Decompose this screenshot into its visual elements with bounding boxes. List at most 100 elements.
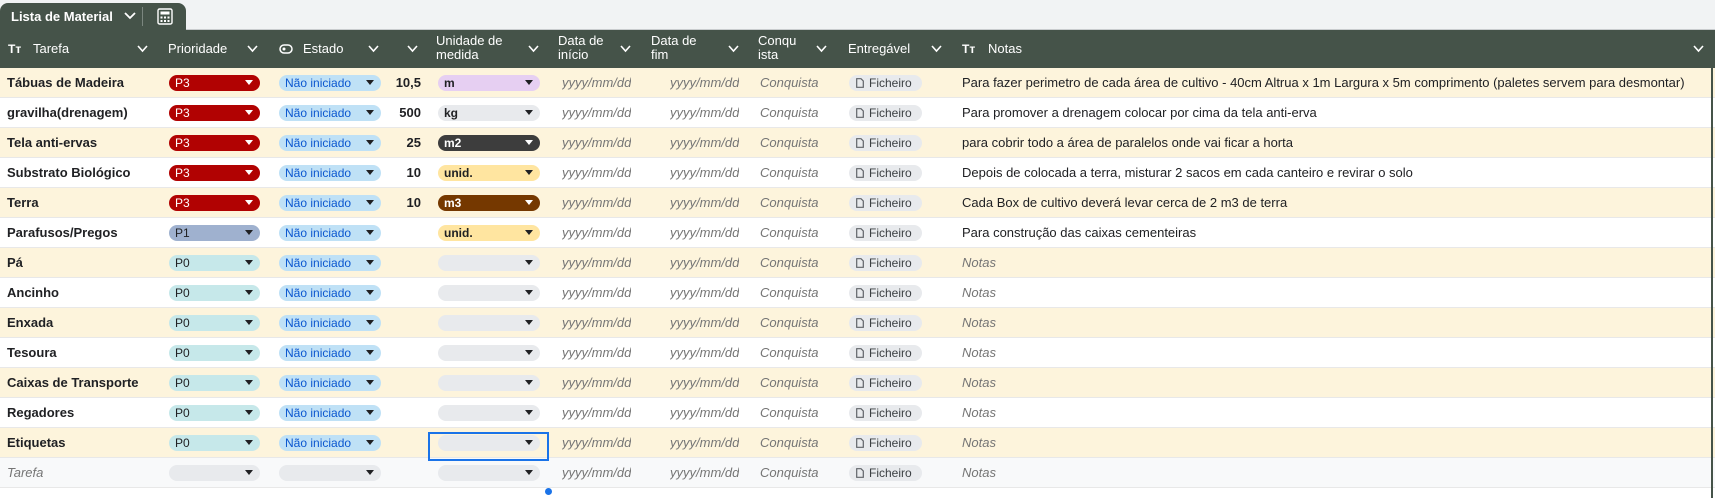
unit-dropdown[interactable] — [438, 345, 540, 361]
column-header-estado[interactable]: Estado — [270, 30, 390, 68]
task-name[interactable]: Tábuas de Madeira — [7, 68, 157, 97]
quantity-cell[interactable]: 10,5 — [386, 68, 421, 97]
task-name[interactable]: Regadores — [7, 398, 157, 427]
notes-cell[interactable]: Notas — [962, 428, 1710, 457]
column-header-prioridade[interactable]: Prioridade — [160, 30, 270, 68]
status-dropdown[interactable]: Não iniciado — [279, 255, 381, 271]
quantity-cell[interactable]: 10 — [386, 188, 421, 217]
sheet-tab[interactable]: Lista de Material — [0, 3, 186, 30]
file-chip[interactable]: Ficheiro — [849, 105, 922, 121]
chevron-down-icon[interactable] — [528, 45, 539, 53]
notes-cell[interactable]: Notas — [962, 458, 1710, 487]
conquista-cell[interactable]: Conquista — [760, 188, 819, 217]
conquista-cell[interactable]: Conquista — [760, 338, 819, 367]
file-chip[interactable]: Ficheiro — [849, 255, 922, 271]
priority-dropdown[interactable]: P0 — [169, 435, 260, 451]
end-date-cell[interactable]: yyyy/mm/dd — [670, 128, 739, 157]
conquista-cell[interactable]: Conquista — [760, 248, 819, 277]
task-name[interactable]: Caixas de Transporte — [7, 368, 157, 397]
task-name[interactable]: Parafusos/Pregos — [7, 218, 157, 247]
notes-cell[interactable]: Notas — [962, 278, 1710, 307]
notes-cell[interactable]: Notas — [962, 308, 1710, 337]
end-date-cell[interactable]: yyyy/mm/dd — [670, 428, 739, 457]
fill-handle[interactable] — [545, 488, 552, 495]
status-dropdown[interactable]: Não iniciado — [279, 165, 381, 181]
status-dropdown[interactable]: Não iniciado — [279, 225, 381, 241]
file-chip[interactable]: Ficheiro — [849, 225, 922, 241]
start-date-cell[interactable]: yyyy/mm/dd — [562, 128, 631, 157]
end-date-cell[interactable]: yyyy/mm/dd — [670, 398, 739, 427]
notes-cell[interactable]: para cobrir todo a área de paralelos ond… — [962, 128, 1710, 157]
notes-cell[interactable]: Notas — [962, 248, 1710, 277]
notes-cell[interactable]: Cada Box de cultivo deverá levar cerca d… — [962, 188, 1710, 217]
status-dropdown[interactable]: Não iniciado — [279, 195, 381, 211]
chevron-down-icon[interactable] — [620, 45, 631, 53]
status-dropdown[interactable]: Não iniciado — [279, 435, 381, 451]
start-date-cell[interactable]: yyyy/mm/dd — [562, 248, 631, 277]
chevron-down-icon[interactable] — [816, 45, 827, 53]
file-chip[interactable]: Ficheiro — [849, 375, 922, 391]
quantity-cell[interactable]: 10 — [386, 158, 421, 187]
conquista-cell[interactable]: Conquista — [760, 428, 819, 457]
end-date-cell[interactable]: yyyy/mm/dd — [670, 248, 739, 277]
unit-dropdown[interactable] — [438, 465, 540, 481]
end-date-cell[interactable]: yyyy/mm/dd — [670, 158, 739, 187]
unit-dropdown[interactable] — [438, 315, 540, 331]
notes-cell[interactable]: Notas — [962, 398, 1710, 427]
unit-dropdown[interactable]: unid. — [438, 165, 540, 181]
start-date-cell[interactable]: yyyy/mm/dd — [562, 278, 631, 307]
status-dropdown[interactable]: Não iniciado — [279, 285, 381, 301]
notes-cell[interactable]: Para construção das caixas cementeiras — [962, 218, 1710, 247]
start-date-cell[interactable]: yyyy/mm/dd — [562, 428, 631, 457]
task-name[interactable]: Pá — [7, 248, 157, 277]
priority-dropdown[interactable]: P3 — [169, 75, 260, 91]
conquista-cell[interactable]: Conquista — [760, 98, 819, 127]
conquista-cell[interactable]: Conquista — [760, 158, 819, 187]
start-date-cell[interactable]: yyyy/mm/dd — [562, 68, 631, 97]
quantity-cell[interactable] — [386, 278, 421, 307]
conquista-cell[interactable]: Conquista — [760, 398, 819, 427]
column-header-tarefa[interactable]: Tт Tarefa — [0, 30, 160, 68]
end-date-cell[interactable]: yyyy/mm/dd — [670, 278, 739, 307]
chevron-down-icon[interactable] — [368, 45, 379, 53]
column-header-notas[interactable]: Tт Notas — [950, 30, 1711, 68]
unit-dropdown[interactable]: unid. — [438, 225, 540, 241]
file-chip[interactable]: Ficheiro — [849, 345, 922, 361]
unit-dropdown[interactable] — [438, 405, 540, 421]
conquista-cell[interactable]: Conquista — [760, 128, 819, 157]
start-date-cell[interactable]: yyyy/mm/dd — [562, 458, 631, 487]
start-date-cell[interactable]: yyyy/mm/dd — [562, 368, 631, 397]
task-name[interactable]: Enxada — [7, 308, 157, 337]
unit-dropdown[interactable]: kg — [438, 105, 540, 121]
status-dropdown[interactable]: Não iniciado — [279, 405, 381, 421]
quantity-cell[interactable]: 25 — [386, 128, 421, 157]
unit-dropdown[interactable]: m2 — [438, 135, 540, 151]
end-date-cell[interactable]: yyyy/mm/dd — [670, 458, 739, 487]
end-date-cell[interactable]: yyyy/mm/dd — [670, 308, 739, 337]
quantity-cell[interactable]: 500 — [386, 98, 421, 127]
priority-dropdown[interactable]: P0 — [169, 375, 260, 391]
conquista-cell[interactable]: Conquista — [760, 308, 819, 337]
priority-dropdown[interactable]: P0 — [169, 315, 260, 331]
priority-dropdown[interactable]: P1 — [169, 225, 260, 241]
end-date-cell[interactable]: yyyy/mm/dd — [670, 338, 739, 367]
notes-cell[interactable]: Para fazer perimetro de cada área de cul… — [962, 68, 1710, 97]
quantity-cell[interactable] — [386, 248, 421, 277]
status-dropdown[interactable]: Não iniciado — [279, 315, 381, 331]
quantity-cell[interactable] — [386, 308, 421, 337]
unit-dropdown[interactable]: m3 — [438, 195, 540, 211]
task-name[interactable]: Tela anti-ervas — [7, 128, 157, 157]
file-chip[interactable]: Ficheiro — [849, 285, 922, 301]
quantity-cell[interactable] — [386, 218, 421, 247]
quantity-cell[interactable] — [386, 398, 421, 427]
task-name[interactable]: gravilha(drenagem) — [7, 98, 157, 127]
conquista-cell[interactable]: Conquista — [760, 218, 819, 247]
priority-dropdown[interactable]: P3 — [169, 195, 260, 211]
file-chip[interactable]: Ficheiro — [849, 165, 922, 181]
column-header-quantidade[interactable] — [390, 30, 430, 68]
start-date-cell[interactable]: yyyy/mm/dd — [562, 308, 631, 337]
conquista-cell[interactable]: Conquista — [760, 458, 819, 487]
quantity-cell[interactable] — [386, 428, 421, 457]
priority-dropdown[interactable]: P0 — [169, 405, 260, 421]
file-chip[interactable]: Ficheiro — [849, 75, 922, 91]
